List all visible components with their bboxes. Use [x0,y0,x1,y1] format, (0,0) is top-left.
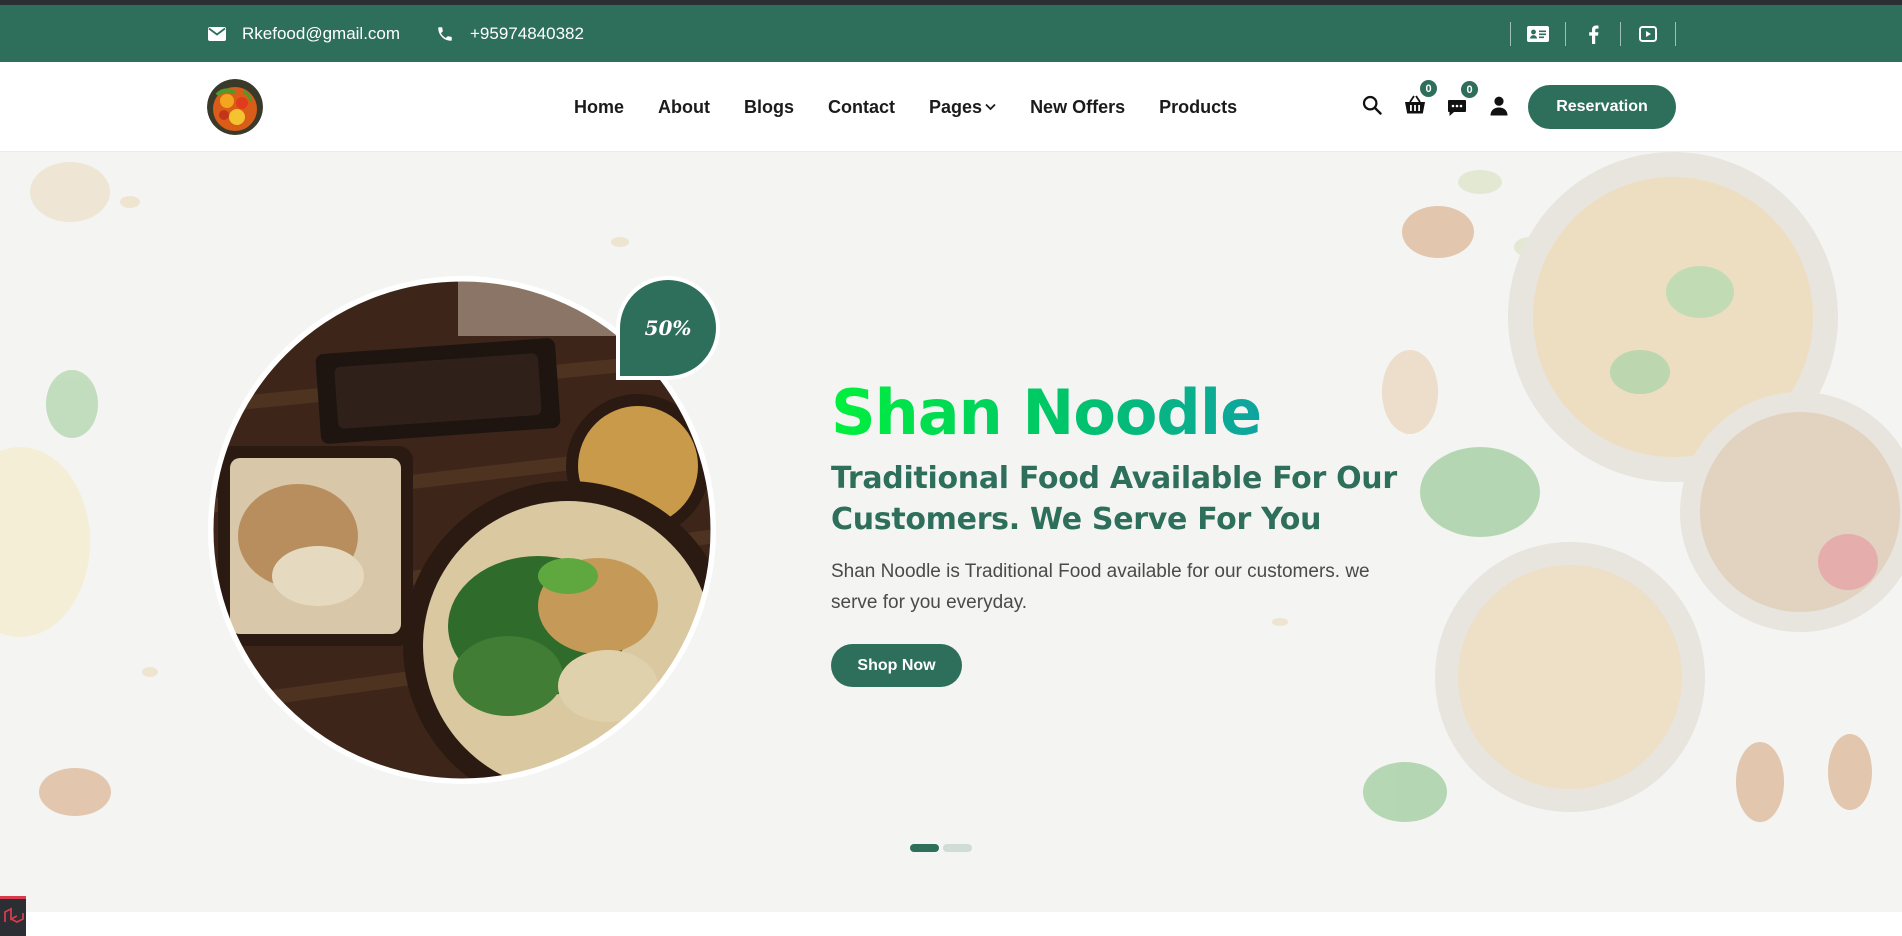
email-text: Rkefood@gmail.com [242,23,401,43]
nav-new-offers[interactable]: New Offers [1030,97,1125,118]
site-logo[interactable] [207,79,263,135]
phone-contact[interactable]: +95974840382 [436,5,584,62]
phone-icon [438,26,452,41]
nav-home[interactable]: Home [574,97,624,118]
nav-pages-label: Pages [929,96,983,117]
facebook-icon[interactable] [1566,25,1620,44]
social-links [1510,22,1676,46]
reservation-button[interactable]: Reservation [1528,85,1676,129]
primary-nav: Home About Blogs Contact Pages New Offer… [574,62,1237,152]
discount-text: 50% [644,316,692,340]
message-count-badge: 0 [1459,79,1480,100]
slider-pagination [910,844,976,852]
hero-slider: 50% Shan Noodle Traditional Food Availab… [0,152,1902,912]
main-navbar: Home About Blogs Contact Pages New Offer… [0,62,1902,152]
cart-button[interactable]: 0 [1404,78,1439,120]
chat-icon [1448,100,1466,116]
nav-about[interactable]: About [658,97,710,118]
contact-card-icon[interactable] [1511,26,1565,42]
slider-dot-2[interactable] [943,844,972,852]
nav-contact[interactable]: Contact [828,97,895,118]
user-icon[interactable] [1490,96,1508,121]
phone-text: +95974840382 [470,23,584,43]
laravel-debug-icon[interactable] [0,896,26,936]
hero-title: Shan Noodle [831,374,1262,452]
nav-blogs[interactable]: Blogs [744,97,794,118]
nav-products[interactable]: Products [1159,97,1237,118]
email-contact[interactable]: Rkefood@gmail.com [208,5,400,62]
search-icon[interactable] [1362,95,1382,120]
divider [1675,22,1676,46]
nav-pages[interactable]: Pages [929,97,996,118]
top-contact-bar: Rkefood@gmail.com +95974840382 [0,5,1902,62]
envelope-icon [208,26,226,41]
cart-count-badge: 0 [1418,78,1439,99]
messages-button[interactable]: 0 [1447,79,1480,123]
hero-content: Shan Noodle Traditional Food Available F… [831,374,1411,687]
discount-badge: 50% [616,276,720,380]
basket-icon [1405,95,1425,114]
slider-dot-1[interactable] [910,844,939,852]
chevron-down-icon [985,103,996,111]
youtube-icon[interactable] [1621,26,1675,42]
hero-description: Shan Noodle is Traditional Food availabl… [831,561,1370,613]
shop-now-button[interactable]: Shop Now [831,644,962,687]
hero-subtitle: Traditional Food Available For Our Custo… [831,461,1397,537]
